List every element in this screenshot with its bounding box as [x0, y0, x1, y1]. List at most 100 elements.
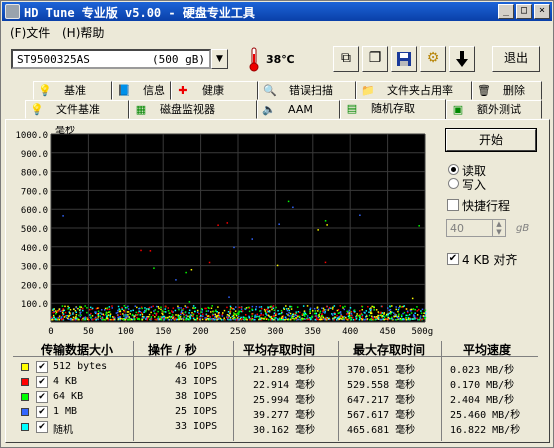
series-checkbox[interactable]: ✔	[36, 421, 48, 433]
tab-delete[interactable]: 🗑 删除	[472, 81, 542, 100]
tab-info[interactable]: 📘 信息	[112, 81, 171, 100]
data-point	[52, 314, 55, 317]
start-button[interactable]: 开始	[445, 128, 537, 152]
data-point	[344, 305, 346, 308]
data-point	[336, 317, 339, 319]
minimize-button[interactable]: _	[498, 4, 514, 19]
data-point	[172, 307, 175, 309]
y-tick-label: 200.0	[21, 281, 48, 291]
data-point	[156, 312, 158, 315]
data-point	[287, 318, 289, 321]
drive-select[interactable]: ST9500325AS (500 gB)	[11, 49, 211, 69]
data-point	[75, 311, 78, 314]
short-stroke-spinner[interactable]: 40 ▲ ▼	[446, 219, 506, 237]
series-checkbox[interactable]: ✔	[36, 361, 48, 373]
tab-disk-monitor[interactable]: ▦ 磁盘监视器	[129, 100, 257, 119]
options-icon[interactable]: ⚙	[420, 46, 446, 72]
data-point	[244, 313, 247, 316]
data-point	[259, 310, 261, 312]
data-point	[105, 312, 108, 314]
data-point	[373, 309, 375, 311]
drive-dropdown-button[interactable]: ▼	[211, 49, 228, 69]
data-point	[185, 318, 187, 321]
data-point	[220, 318, 223, 321]
series-checkbox[interactable]: ✔	[36, 406, 48, 418]
data-point	[89, 306, 92, 309]
data-point	[302, 312, 305, 315]
avg-access-value: 30.162 毫秒	[253, 425, 316, 436]
data-point	[201, 318, 204, 321]
data-point	[64, 305, 66, 308]
copy-all-icon[interactable]: ❐	[362, 46, 388, 72]
tab-health[interactable]: ✚ 健康	[171, 81, 258, 100]
data-point	[188, 309, 191, 312]
title-bar[interactable]: HD Tune 专业版 v5.00 - 硬盘专业工具 _ □ ×	[2, 2, 552, 21]
data-point	[424, 309, 427, 311]
data-point	[290, 317, 293, 319]
data-point	[176, 318, 179, 321]
data-point	[102, 318, 105, 321]
menu-help[interactable]: (H)帮助	[62, 24, 104, 41]
app-window: HD Tune 专业版 v5.00 - 硬盘专业工具 _ □ × (F)文件 (…	[0, 0, 554, 448]
spin-down-icon[interactable]: ▼	[492, 228, 505, 236]
data-point	[100, 313, 103, 315]
data-point	[416, 310, 419, 312]
data-point	[143, 311, 145, 313]
tab-error-scan[interactable]: 🔍 错误扫描	[258, 81, 356, 100]
series-checkbox[interactable]: ✔	[36, 391, 48, 403]
data-point	[366, 315, 368, 317]
save-icon[interactable]	[391, 46, 417, 72]
tab-file-benchmark[interactable]: 💡 文件基准	[25, 100, 129, 119]
data-point	[79, 315, 82, 318]
data-point	[104, 307, 107, 310]
data-point	[346, 310, 348, 313]
data-point	[154, 316, 156, 318]
tab-extra-tests[interactable]: ▣ 额外测试	[446, 100, 542, 119]
data-point	[51, 316, 53, 319]
data-point	[162, 315, 165, 318]
data-point	[339, 305, 342, 307]
write-radio[interactable]	[448, 178, 459, 189]
tab-random-access[interactable]: ▤ 随机存取	[340, 99, 446, 120]
tab-aam[interactable]: 🔈 AAM	[257, 100, 340, 119]
data-point	[419, 318, 422, 321]
copy-icon[interactable]: ⧉	[333, 46, 359, 72]
data-point	[405, 314, 407, 317]
data-point	[414, 312, 416, 314]
short-stroke-checkbox[interactable]	[447, 199, 459, 211]
data-point	[148, 316, 150, 318]
data-point	[96, 313, 98, 315]
data-point	[361, 313, 363, 316]
data-point	[57, 317, 60, 319]
close-button[interactable]: ×	[534, 4, 550, 19]
tab-folder-usage[interactable]: 📁 文件夹占用率	[356, 81, 472, 100]
data-point	[292, 206, 294, 209]
align-4kb-checkbox[interactable]: ✔	[447, 253, 459, 265]
data-point	[377, 311, 380, 313]
menu-file[interactable]: (F)文件	[10, 24, 50, 41]
data-point	[359, 310, 361, 312]
data-point	[157, 316, 160, 318]
data-point	[307, 318, 310, 320]
tab-benchmark[interactable]: 💡 基准	[33, 81, 112, 100]
data-point	[89, 308, 91, 311]
data-point	[361, 315, 363, 318]
data-point	[237, 313, 240, 316]
series-checkbox[interactable]: ✔	[36, 376, 48, 388]
toolbar: ST9500325AS (500 gB) ▼ 38℃ ⧉ ❐ ⚙ 退出	[2, 41, 552, 77]
data-point	[216, 318, 218, 321]
data-point	[127, 308, 130, 310]
exit-button[interactable]: 退出	[492, 46, 540, 72]
data-point	[322, 316, 324, 319]
ops-value: 33 IOPS	[175, 421, 218, 432]
data-point	[241, 310, 244, 312]
maximize-button[interactable]: □	[516, 4, 532, 19]
read-radio[interactable]	[448, 164, 459, 175]
x-tick-label: 400	[342, 327, 358, 336]
data-point	[221, 313, 224, 316]
spin-up-icon[interactable]: ▲	[492, 220, 505, 228]
data-point	[381, 312, 384, 314]
data-point	[111, 307, 114, 309]
series-color-swatch	[21, 423, 29, 431]
down-arrow-icon[interactable]	[449, 46, 475, 72]
